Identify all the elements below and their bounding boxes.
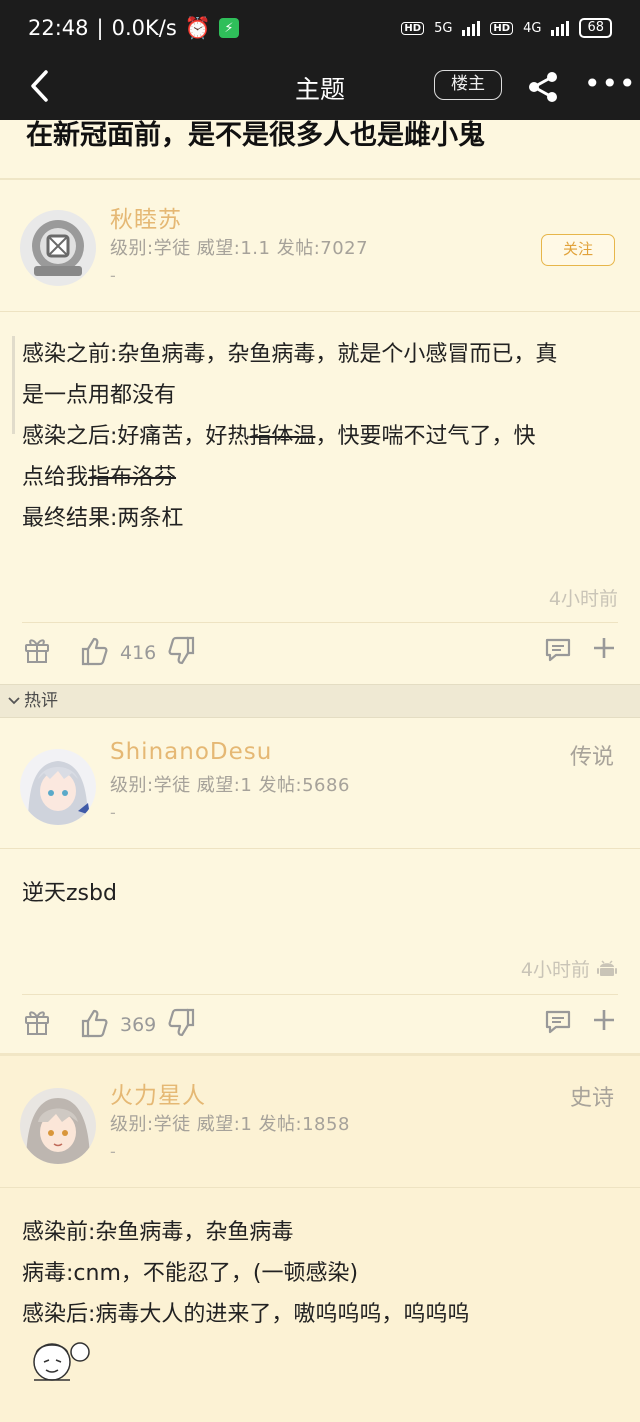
hot-comments-label: 热评 (24, 691, 58, 711)
alarm-icon: ⏰ (184, 15, 211, 40)
author-signature: - (110, 803, 116, 822)
charging-app-icon: ⚡ (218, 18, 239, 38)
post-actions: 369 (0, 1002, 640, 1052)
content-line: 感染前:杂鱼病毒，杂鱼病毒 (22, 1220, 294, 1245)
follow-button[interactable]: 关注 (541, 234, 615, 266)
author-meta: 级别:学徒 威望:1 发帖:1858 (110, 1114, 350, 1135)
author-meta: 级别:学徒 威望:1 发帖:5686 (110, 775, 350, 796)
avatar[interactable] (20, 1088, 96, 1164)
content-line: 是一点用都没有 (22, 383, 177, 408)
author-header: ShinanoDesu 级别:学徒 威望:1 发帖:5686 - 传说 (0, 719, 640, 849)
status-net-speed: 0.0K/s (111, 16, 177, 40)
author-header: 火力星人 级别:学徒 威望:1 发帖:1858 - 史诗 (0, 1056, 640, 1188)
hd-icon-2: HD (490, 21, 514, 35)
op-post: 秋睦苏 级别:学徒 威望:1.1 发帖:7027 - 关注 感染之前:杂鱼病毒，… (0, 182, 640, 684)
comment-icon[interactable] (544, 1008, 572, 1040)
content-line: 最终结果:两条杠 (22, 506, 184, 531)
status-time: 22:48 (28, 16, 89, 40)
post-content: 感染之前:杂鱼病毒，杂鱼病毒，就是个小感冒而已，真 是一点用都没有 感染之后:好… (22, 334, 620, 539)
post-actions: 416 (0, 630, 640, 680)
comment-icon[interactable] (544, 636, 572, 668)
gift-icon[interactable] (24, 1008, 50, 1040)
author-name[interactable]: 秋睦苏 (110, 200, 182, 234)
author-name[interactable]: ShinanoDesu (110, 739, 272, 765)
strikethrough-text: 指体温 (249, 424, 316, 449)
avatar[interactable] (20, 210, 96, 286)
thumbs-up-icon[interactable] (80, 636, 108, 670)
author-signature: - (110, 266, 116, 285)
like-count: 369 (120, 1014, 157, 1036)
rank-badge: 传说 (569, 745, 614, 770)
signal-icon (462, 20, 481, 36)
reply-post: ShinanoDesu 级别:学徒 威望:1 发帖:5686 - 传说 逆天zs… (0, 719, 640, 1053)
more-options-icon[interactable]: ••• (584, 70, 637, 98)
plus-icon[interactable] (592, 636, 616, 664)
divider (22, 994, 618, 995)
content-line: 感染之前:杂鱼病毒，杂鱼病毒，就是个小感冒而已，真 (22, 342, 558, 367)
share-icon[interactable] (526, 70, 560, 104)
reply-post: 火力星人 级别:学徒 威望:1 发帖:1858 - 史诗 感染前:杂鱼病毒，杂鱼… (0, 1056, 640, 1422)
signal-icon-2 (551, 20, 570, 36)
post-time: 4小时前 (520, 959, 590, 981)
author-signature: - (110, 1142, 116, 1161)
status-bar: 22:48 | 0.0K/s ⏰ ⚡ HD 5G HD 4G 68 (0, 0, 640, 56)
content-line: 感染后:病毒大人的进来了，嗷呜呜呜，呜呜呜 (22, 1302, 470, 1327)
thread-title: 在新冠面前，是不是很多人也是雌小鬼 (0, 120, 640, 180)
battery-icon: 68 (579, 18, 612, 38)
content-line: 点给我指布洛芬 (22, 465, 177, 490)
plus-icon[interactable] (592, 1008, 616, 1036)
network-4g-label: 4G (523, 20, 542, 36)
thumbs-down-icon[interactable] (168, 636, 196, 670)
reply-content: 逆天zsbd (22, 881, 117, 906)
avatar[interactable] (20, 749, 96, 825)
post-time: 4小时前 (548, 588, 618, 610)
rank-badge: 史诗 (569, 1086, 614, 1111)
hd-icon: HD (401, 21, 425, 35)
content-line: 感染之后:好痛苦，好热指体温，快要喘不过气了，快 (22, 424, 536, 449)
top-nav-bar: 主题 楼主 ••• (0, 56, 640, 120)
gift-icon[interactable] (24, 636, 50, 668)
thumbs-down-icon[interactable] (168, 1008, 196, 1042)
android-icon (596, 957, 618, 983)
network-5g-label: 5G (434, 20, 453, 36)
author-header: 秋睦苏 级别:学徒 威望:1.1 发帖:7027 - 关注 (0, 182, 640, 312)
like-count: 416 (120, 642, 157, 664)
author-meta: 级别:学徒 威望:1.1 发帖:7027 (110, 238, 369, 259)
quote-bar (12, 336, 15, 434)
content-line: 病毒:cnm，不能忍了，(一顿感染) (22, 1261, 359, 1286)
strikethrough-text: 指布洛芬 (88, 465, 177, 490)
op-only-button[interactable]: 楼主 (434, 70, 502, 100)
chevron-down-icon (8, 685, 20, 717)
sticker-image (22, 1336, 96, 1390)
author-name[interactable]: 火力星人 (110, 1076, 206, 1110)
hot-comments-header[interactable]: 热评 (0, 684, 640, 718)
thumbs-up-icon[interactable] (80, 1008, 108, 1042)
divider (22, 622, 618, 623)
reply-content: 感染前:杂鱼病毒，杂鱼病毒 病毒:cnm，不能忍了，(一顿感染) 感染后:病毒大… (22, 1212, 620, 1335)
